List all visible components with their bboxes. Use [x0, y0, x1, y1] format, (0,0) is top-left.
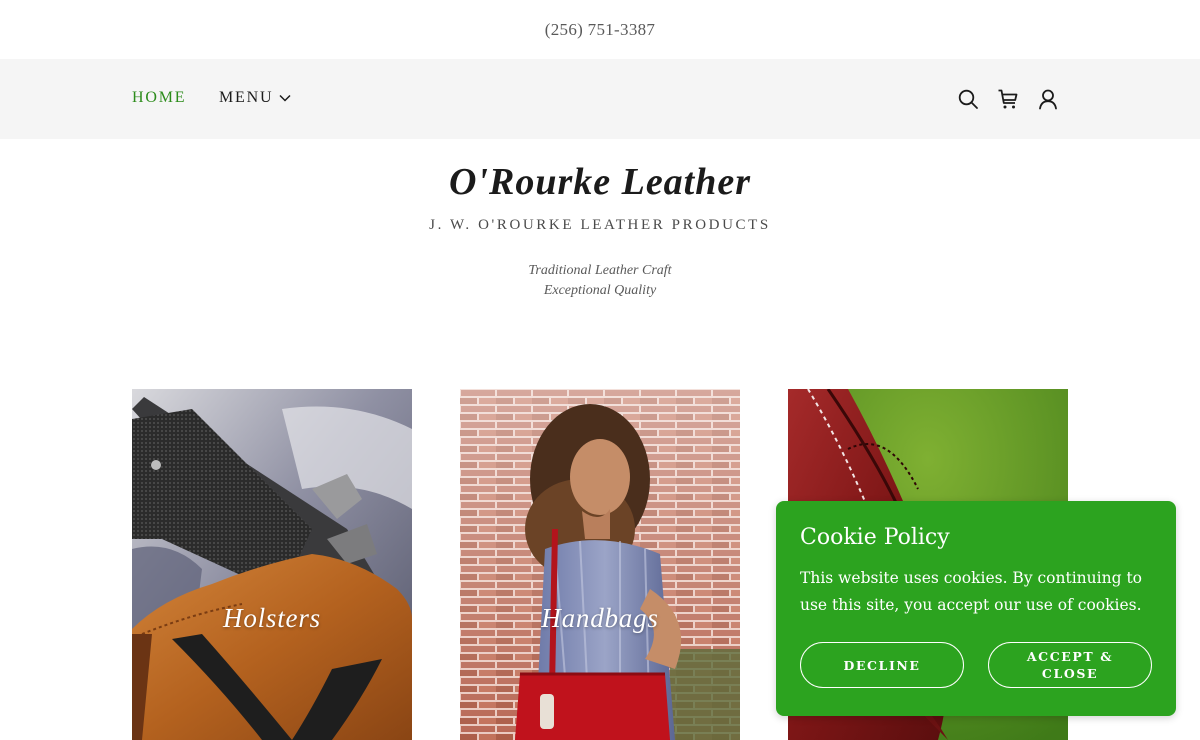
decline-button[interactable]: DECLINE [800, 642, 964, 688]
phone-bar: (256) 751-3387 [0, 0, 1200, 59]
handbag-photo [460, 389, 740, 740]
phone-number[interactable]: (256) 751-3387 [545, 20, 655, 40]
decline-label: DECLINE [843, 657, 921, 673]
nav-menu-dropdown[interactable]: MENU [219, 89, 291, 107]
account-button[interactable] [1036, 87, 1060, 111]
category-tile-handbags[interactable]: Handbags [460, 389, 740, 740]
site-description: Traditional Leather Craft Exceptional Qu… [0, 261, 1200, 301]
category-label-handbags: Handbags [541, 603, 659, 633]
search-icon [958, 89, 978, 109]
site-tagline: J. W. O'ROURKE LEATHER PRODUCTS [429, 217, 771, 233]
search-button[interactable] [956, 87, 980, 111]
accept-label: ACCEPT & CLOSE [1026, 649, 1114, 681]
nav-menu-label: MENU [219, 89, 274, 106]
cookie-title: Cookie Policy [800, 525, 950, 550]
description-line-1: Traditional Leather Craft [528, 263, 672, 278]
chevron-down-icon [279, 94, 291, 102]
nav-home-label: HOME [132, 89, 187, 106]
holster-photo [132, 389, 412, 740]
cart-button[interactable] [996, 87, 1020, 111]
category-tile-holsters[interactable]: Holsters [132, 389, 412, 740]
cookie-policy-dialog: Cookie Policy This website uses cookies.… [776, 501, 1176, 716]
cookie-text: This website uses cookies. By continuing… [800, 569, 1142, 614]
site-title: O'Rourke Leather [448, 161, 752, 203]
cart-icon [998, 89, 1018, 109]
category-label-holsters: Holsters [223, 603, 321, 633]
navigation-bar: HOME MENU [0, 59, 1200, 139]
accept-close-button[interactable]: ACCEPT & CLOSE [988, 642, 1152, 688]
account-icon [1039, 89, 1057, 110]
nav-home-link[interactable]: HOME [132, 89, 186, 107]
description-line-2: Exceptional Quality [543, 283, 657, 298]
